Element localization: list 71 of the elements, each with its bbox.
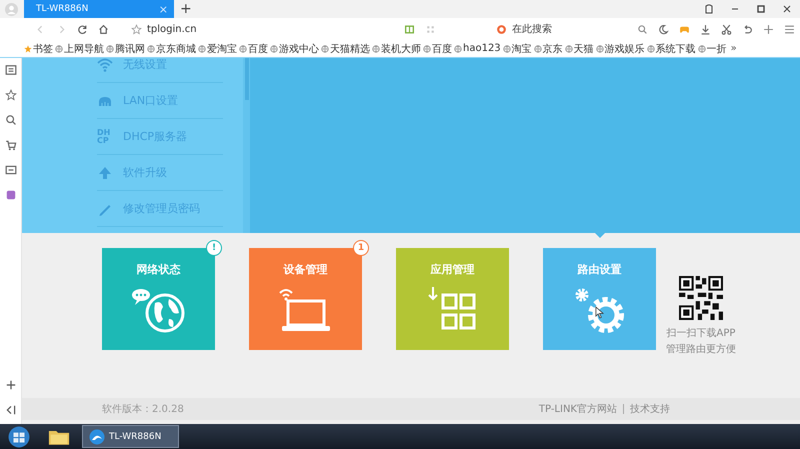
bookmark-link[interactable]: 系统下载 [646, 42, 696, 56]
home-icon[interactable] [98, 24, 109, 34]
search-field[interactable]: 在此搜索 [490, 22, 632, 36]
firmware-version: 软件版本：2.0.28 [102, 402, 184, 416]
globe-icon [147, 44, 155, 52]
undo-icon[interactable] [742, 24, 753, 34]
star-icon [24, 44, 32, 52]
bookmark-link[interactable]: 淘宝 [502, 42, 532, 56]
bookmark-link[interactable]: 爱淘宝 [198, 42, 237, 56]
address-field[interactable]: tplogin.cn [126, 24, 399, 34]
search-icon[interactable] [4, 114, 16, 126]
cursor-icon [595, 306, 604, 319]
alert-badge: ! [206, 240, 222, 256]
search-engine-logo[interactable] [496, 24, 507, 34]
browser-icon [89, 428, 105, 444]
globe-icon [534, 44, 542, 52]
alert-badge: 1 [353, 240, 369, 256]
bookmark-link[interactable]: 天猫 [564, 42, 594, 56]
globe-icon [321, 44, 329, 52]
bookmark-link[interactable]: 京东商城 [147, 42, 196, 56]
globe-icon [106, 44, 114, 52]
qr-caption: 管理路由更方便 [666, 342, 736, 356]
maximize-icon[interactable] [756, 4, 766, 14]
bookmark-link[interactable]: 百度 [423, 42, 452, 56]
up-arrow-icon [97, 164, 113, 180]
bookmark-link[interactable]: 天猫精选 [321, 42, 370, 56]
wifi-icon [97, 58, 113, 72]
qr-code[interactable] [679, 276, 723, 320]
menu-icon[interactable] [784, 24, 795, 34]
globe-icon [502, 44, 511, 52]
globe-icon [372, 44, 380, 52]
app-icon[interactable] [4, 189, 16, 201]
collapse-icon[interactable] [4, 404, 16, 416]
globe-icon [454, 44, 462, 52]
star-icon[interactable] [4, 89, 16, 101]
globe-icon [270, 44, 278, 52]
download-icon[interactable] [700, 24, 711, 34]
globe-icon [596, 44, 604, 52]
bookmark-link[interactable]: 腾讯网 [106, 42, 145, 56]
qr-caption: 扫一扫下载APP [666, 326, 736, 340]
bookmark-link[interactable]: 上网导航 [55, 42, 104, 56]
bookmark-link[interactable]: 书签 [24, 42, 53, 56]
globe-icon [698, 44, 706, 52]
start-button[interactable] [8, 426, 30, 448]
add-icon[interactable] [4, 379, 16, 391]
star-icon[interactable] [131, 24, 142, 34]
bookmark-link[interactable]: hao123 [454, 43, 501, 54]
plus-icon[interactable] [763, 24, 774, 34]
bookmark-link[interactable]: 装机大师 [372, 42, 421, 56]
scissors-icon[interactable] [721, 24, 732, 34]
bookmark-link[interactable]: 一折 [698, 42, 727, 56]
cart-icon[interactable] [4, 139, 16, 151]
globe-icon [239, 44, 247, 52]
globe-icon [646, 44, 655, 52]
globe-icon [55, 44, 63, 52]
globe-icon [423, 44, 431, 52]
moon-icon[interactable] [658, 24, 669, 34]
search-icon[interactable] [637, 24, 648, 34]
new-tab-button[interactable]: + [180, 1, 192, 17]
refresh-icon[interactable] [77, 24, 88, 34]
globe-icon [198, 44, 206, 52]
bookmark-link[interactable]: 京东 [534, 42, 563, 56]
reader-icon[interactable] [4, 64, 16, 76]
tab-title: TL-WR886N [36, 4, 88, 14]
bookmark-link[interactable]: 游戏中心 [270, 42, 319, 56]
close-icon[interactable] [782, 4, 792, 14]
more-bookmarks-button[interactable]: » [730, 43, 737, 54]
bookmark-link[interactable]: 游戏娱乐 [596, 42, 645, 56]
globe-icon [564, 44, 573, 52]
bookmark-link[interactable]: 百度 [239, 42, 268, 56]
taskbar-window-button[interactable]: TL-WR886N [82, 425, 179, 448]
